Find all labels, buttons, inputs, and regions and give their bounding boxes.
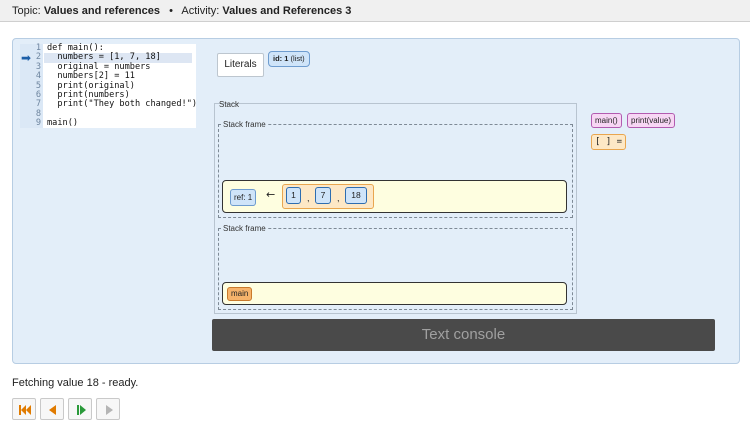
step-forward-icon — [77, 405, 86, 415]
list-comma: , — [337, 193, 340, 203]
function-main-chip[interactable]: main() — [591, 113, 622, 128]
play-button[interactable] — [96, 398, 120, 420]
left-arrow-icon: ← — [266, 188, 276, 201]
step-forward-button[interactable] — [68, 398, 92, 420]
list-comma: , — [307, 193, 310, 203]
line-number: 9 — [35, 118, 41, 129]
rewind-icon — [19, 405, 31, 415]
step-back-button[interactable] — [40, 398, 64, 420]
stack-frame-label: Stack frame — [222, 224, 268, 233]
topic-name: Values and references — [43, 5, 160, 17]
literals-button[interactable]: Literals — [217, 53, 264, 77]
current-line-arrow-icon: ➡ — [21, 51, 32, 65]
object-id-type: (list) — [290, 54, 305, 63]
code-editor: ➡ 1 def main(): 2 numbers = [1, 7, 18] 3 or… — [20, 43, 198, 129]
text-console[interactable]: Text console — [212, 319, 715, 351]
status-text: Fetching value 18 - ready. — [12, 377, 139, 389]
code-text: main() — [47, 118, 79, 129]
list-item-value[interactable]: 1 — [286, 187, 301, 204]
main-call-chip[interactable]: main — [227, 287, 253, 301]
expression-row — [222, 282, 567, 305]
stack-label: Stack — [219, 100, 240, 109]
stack-frame-label: Stack frame — [222, 120, 268, 129]
reference-chip[interactable]: ref: 1 — [230, 189, 257, 206]
rewind-button[interactable] — [12, 398, 36, 420]
activity-label: Activity: — [181, 5, 220, 17]
object-id-label: id: 1 — [273, 54, 289, 63]
list-literal-chip[interactable]: [ ] = — [591, 134, 627, 150]
step-back-icon — [49, 405, 56, 415]
separator: • — [169, 5, 173, 17]
topbar: Topic: Values and references • Activity:… — [0, 0, 750, 22]
activity-name: Values and References 3 — [222, 5, 352, 17]
code-text: print("They both changed!") — [47, 99, 198, 110]
list-item-value[interactable]: 18 — [345, 187, 367, 204]
function-print-chip[interactable]: print(value) — [627, 113, 676, 128]
play-icon — [106, 405, 113, 415]
object-id-chip[interactable]: id: 1 (list) — [268, 51, 310, 67]
list-item-value[interactable]: 7 — [315, 187, 331, 204]
topic-label: Topic: — [12, 5, 41, 17]
